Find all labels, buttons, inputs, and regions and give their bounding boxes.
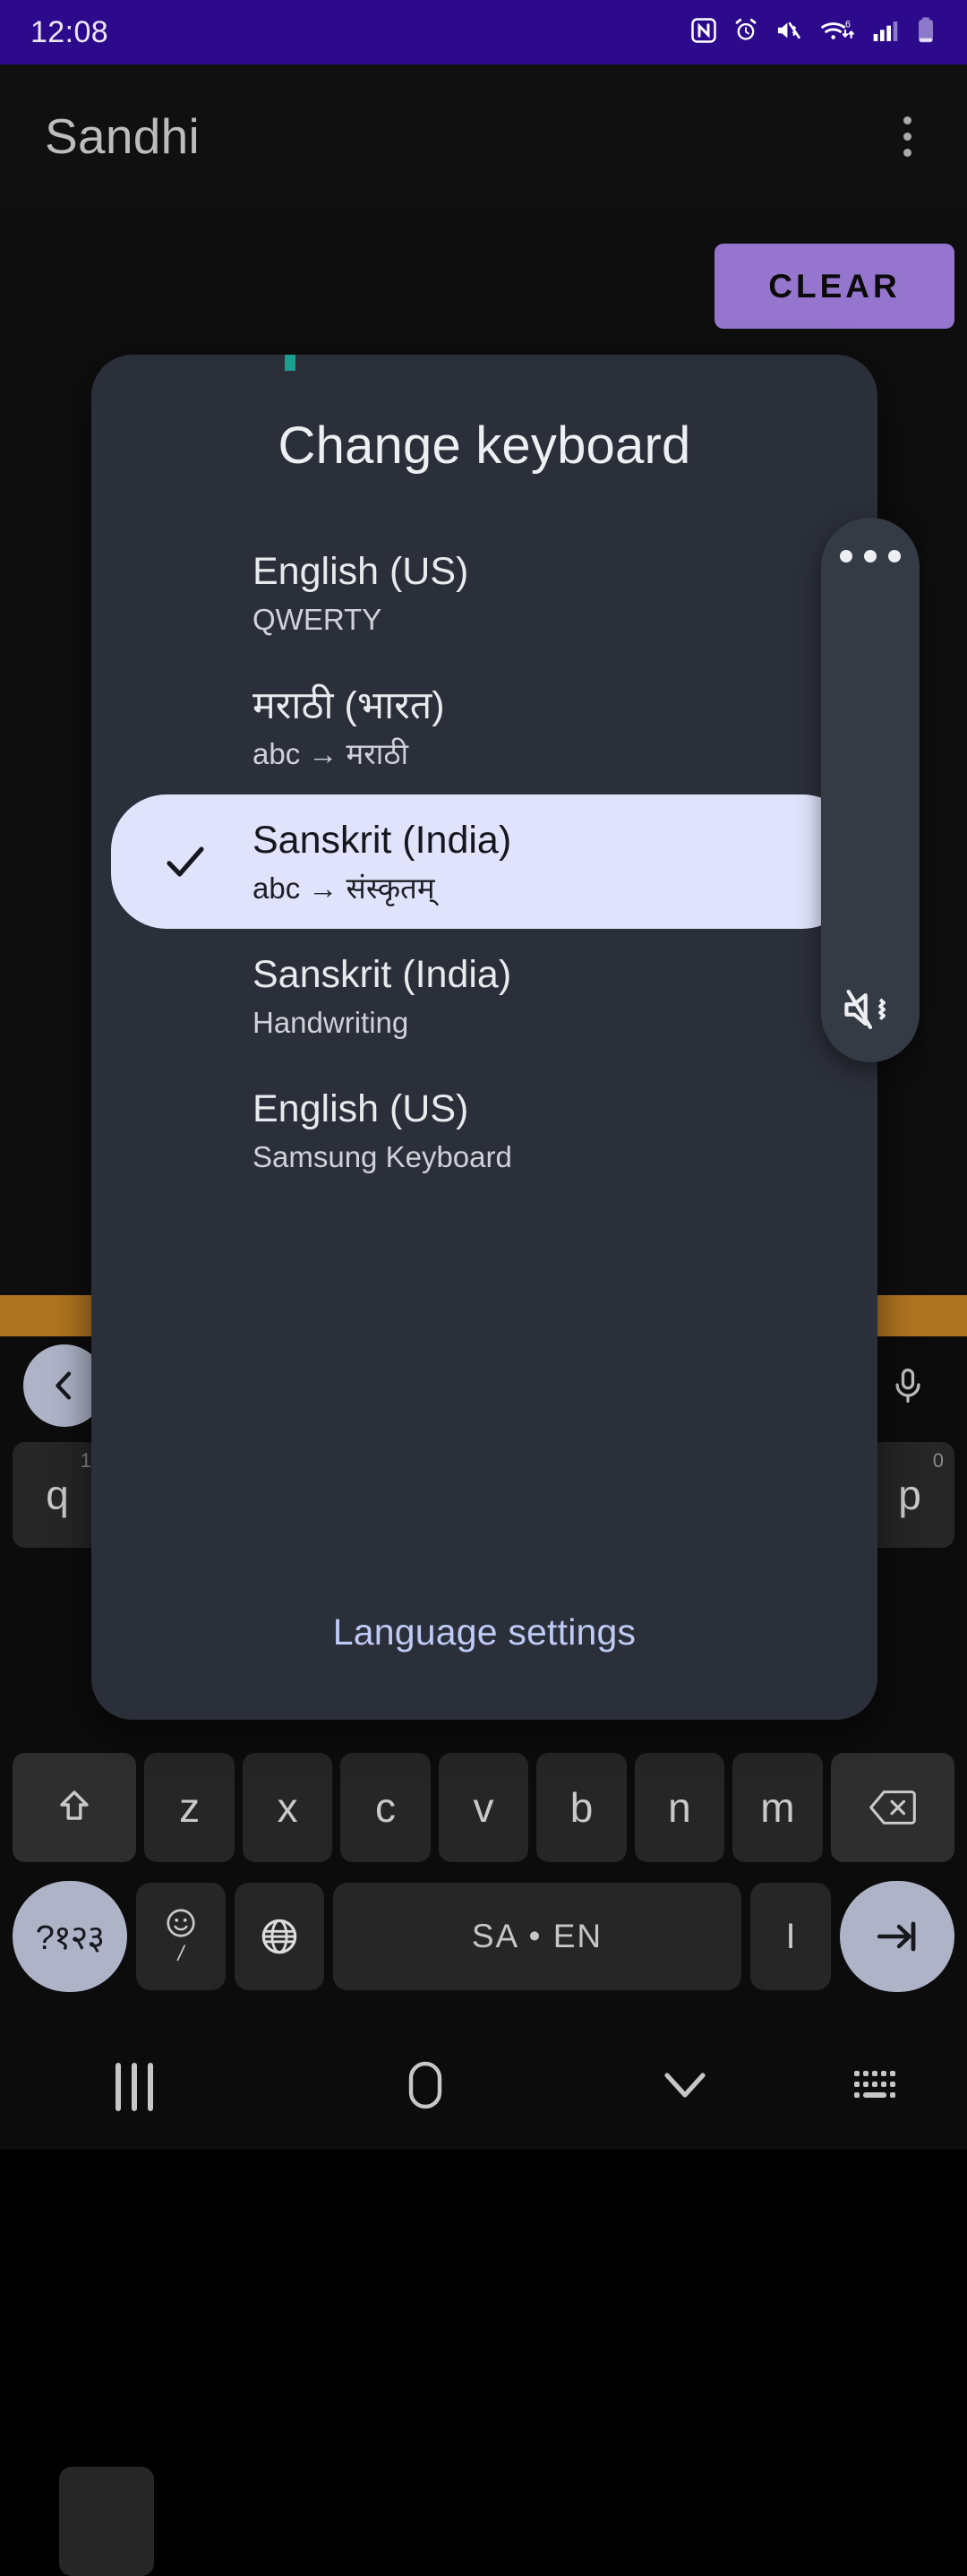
key-x[interactable]: x xyxy=(242,1753,333,1862)
list-item-subtitle: Samsung Keyboard xyxy=(252,1140,512,1174)
status-icons: 6 xyxy=(690,16,937,49)
keyboard-switch-icon xyxy=(851,2065,904,2109)
overflow-menu-icon[interactable] xyxy=(893,104,922,169)
page-title: Sandhi xyxy=(45,108,201,164)
navigation-bar xyxy=(0,2024,967,2150)
dialog-title: Change keyboard xyxy=(278,416,691,475)
list-item-selected[interactable]: Sanskrit (India) abc → संस्कृतम् xyxy=(111,794,858,929)
list-item[interactable]: Sanskrit (India) Handwriting xyxy=(111,929,858,1063)
wifi-6-icon: 6 xyxy=(820,16,856,49)
bar-key[interactable]: I xyxy=(750,1883,831,1990)
list-item-subtitle: Handwriting xyxy=(252,1006,409,1040)
mute-vibrate-icon[interactable] xyxy=(843,982,898,1037)
key-q-label: q xyxy=(46,1472,69,1518)
alarm-icon xyxy=(732,16,759,49)
emoji-key[interactable]: / xyxy=(136,1883,226,1990)
list-item-title: English (US) xyxy=(252,549,469,593)
floating-side-panel[interactable] xyxy=(821,518,920,1062)
list-item-subtitle: abc → मराठी xyxy=(252,737,409,771)
key-m[interactable]: m xyxy=(732,1753,823,1862)
emoji-key-sublabel: / xyxy=(177,1942,184,1966)
nfc-icon xyxy=(690,16,717,49)
check-icon xyxy=(161,837,210,886)
keyboard-row-4: ?१२३ / SA • EN I xyxy=(13,1881,954,1992)
clear-button[interactable]: CLEAR xyxy=(715,244,954,329)
status-bar: 12:08 6 xyxy=(0,0,967,64)
panel-handle-icon[interactable] xyxy=(840,550,901,562)
key-p-superscript: 0 xyxy=(932,1449,944,1472)
app-bar: Sandhi xyxy=(0,64,967,208)
key-q[interactable]: 1 q xyxy=(13,1442,102,1548)
list-item-title: मराठी (भारत) xyxy=(252,683,445,727)
switch-keyboard-button[interactable] xyxy=(788,2024,967,2150)
key-c[interactable]: c xyxy=(340,1753,431,1862)
signal-bars-icon xyxy=(871,16,900,49)
list-item-subtitle: QWERTY xyxy=(252,603,382,637)
list-item-title: Sanskrit (India) xyxy=(252,952,512,996)
home-icon xyxy=(404,2058,447,2117)
list-item[interactable]: English (US) Samsung Keyboard xyxy=(111,1063,858,1198)
home-button[interactable] xyxy=(269,2024,582,2150)
recents-icon xyxy=(116,2063,153,2111)
key-row2-left[interactable] xyxy=(59,2467,154,2576)
key-q-superscript: 1 xyxy=(80,1449,91,1472)
list-item[interactable]: English (US) QWERTY xyxy=(111,526,858,660)
text-cursor-caret xyxy=(285,355,295,371)
key-p[interactable]: 0 p xyxy=(865,1442,954,1548)
battery-icon xyxy=(915,16,937,49)
shift-key[interactable] xyxy=(13,1753,137,1862)
keyboard-row-3: z x c v b n m xyxy=(13,1753,955,1862)
dialog-footer: Language settings xyxy=(91,1611,877,1653)
recents-button[interactable] xyxy=(0,2024,269,2150)
list-item-title: English (US) xyxy=(252,1086,469,1130)
backspace-key[interactable] xyxy=(830,1753,955,1862)
mute-vibrate-icon xyxy=(774,16,805,49)
spacebar[interactable]: SA • EN xyxy=(333,1883,741,1990)
microphone-icon[interactable] xyxy=(872,1350,944,1421)
key-z[interactable]: z xyxy=(144,1753,235,1862)
globe-icon[interactable] xyxy=(235,1883,324,1990)
list-item[interactable]: मराठी (भारत) abc → मराठी xyxy=(111,660,858,794)
keyboard-list: English (US) QWERTY मराठी (भारत) abc → म… xyxy=(91,526,877,1198)
svg-text:6: 6 xyxy=(845,19,851,30)
tab-key[interactable] xyxy=(840,1881,954,1992)
key-b[interactable]: b xyxy=(536,1753,627,1862)
numeric-key[interactable]: ?१२३ xyxy=(13,1881,127,1992)
chevron-down-icon xyxy=(662,2068,708,2107)
hide-keyboard-button[interactable] xyxy=(582,2024,788,2150)
language-settings-link[interactable]: Language settings xyxy=(333,1611,637,1653)
list-item-title: Sanskrit (India) xyxy=(252,818,512,862)
key-v[interactable]: v xyxy=(438,1753,529,1862)
change-keyboard-dialog: Change keyboard English (US) QWERTY मराठ… xyxy=(91,355,877,1720)
status-time: 12:08 xyxy=(30,14,109,49)
key-n[interactable]: n xyxy=(634,1753,725,1862)
key-p-label: p xyxy=(898,1472,921,1518)
list-item-subtitle: abc → संस्कृतम् xyxy=(252,872,435,906)
